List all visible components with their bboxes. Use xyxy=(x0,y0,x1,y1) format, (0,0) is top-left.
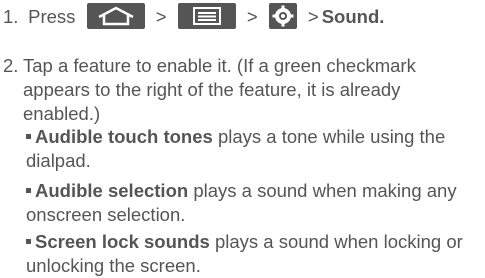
step-1: 1. Press > > > Sound. xyxy=(3,3,385,35)
feature-item-screen-lock-sounds: Screen lock sounds plays a sound when lo… xyxy=(26,230,476,278)
menu-key-icon xyxy=(177,3,236,30)
bullet-icon xyxy=(26,133,31,139)
step-2-text: Tap a feature to enable it. (If a green … xyxy=(23,55,416,124)
separator: > xyxy=(307,6,319,27)
feature-name: Audible selection xyxy=(35,180,189,201)
feature-name: Screen lock sounds xyxy=(35,231,210,252)
step-2: 2. Tap a feature to enable it. (If a gre… xyxy=(3,54,416,124)
feature-item-audible-touch-tones: Audible touch tones plays a tone while u… xyxy=(26,125,476,173)
feature-item-audible-selection: Audible selection plays a sound when mak… xyxy=(26,179,476,227)
separator: > xyxy=(246,6,258,27)
step-number: 1. xyxy=(3,6,19,27)
step-1-end: . xyxy=(379,6,385,27)
bullet-icon xyxy=(26,238,31,244)
settings-icon xyxy=(268,3,297,30)
step-1-press-text: Press xyxy=(28,6,76,27)
sound-menu-label: Sound xyxy=(321,6,380,27)
feature-name: Audible touch tones xyxy=(35,126,213,147)
step-number: 2. xyxy=(3,55,19,76)
bullet-icon xyxy=(26,187,31,193)
home-key-icon xyxy=(86,3,145,30)
separator: > xyxy=(155,6,167,27)
